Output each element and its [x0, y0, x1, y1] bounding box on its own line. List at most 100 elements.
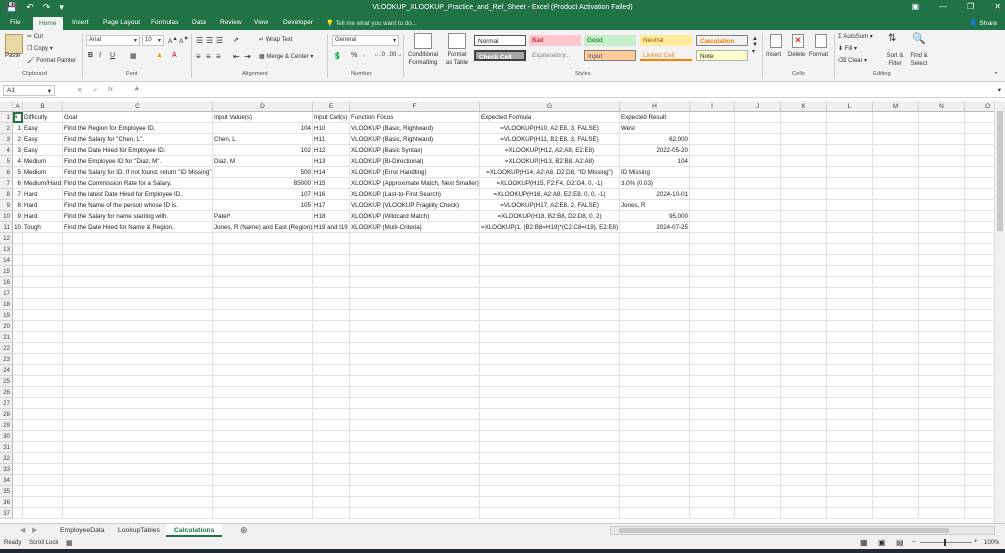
cell-f32[interactable] [350, 453, 480, 464]
cell-i34[interactable] [690, 475, 735, 486]
cell-n2[interactable] [919, 123, 965, 134]
cell-m11[interactable] [873, 222, 919, 233]
cell-f35[interactable] [350, 486, 480, 497]
cell-m18[interactable] [873, 299, 919, 310]
cell-d23[interactable] [213, 354, 313, 365]
cell-g21[interactable] [480, 332, 620, 343]
cell-k28[interactable] [781, 409, 827, 420]
row-header[interactable]: 6 [0, 167, 13, 178]
cell-f5[interactable]: XLOOKUP (Bi-Directional) [350, 156, 480, 167]
cell-g33[interactable] [480, 464, 620, 475]
row-header[interactable]: 9 [0, 200, 13, 211]
cell-n27[interactable] [919, 398, 965, 409]
style-note[interactable]: Note [696, 50, 748, 61]
cell-j26[interactable] [735, 387, 781, 398]
cell-a19[interactable] [13, 310, 23, 321]
cell-h7[interactable]: 3.0% (0.03) [620, 178, 690, 189]
cell-e1[interactable]: Input Cell(s) [313, 112, 350, 123]
zoom-slider-thumb[interactable] [944, 539, 946, 546]
cell-d16[interactable] [213, 277, 313, 288]
cell-m27[interactable] [873, 398, 919, 409]
cell-i5[interactable] [690, 156, 735, 167]
column-header-m[interactable]: M [873, 101, 919, 112]
cell-c11[interactable]: Find the Date Hired for Name & Region. [63, 222, 213, 233]
cell-e20[interactable] [313, 321, 350, 332]
styles-scroll-icon[interactable]: ▲ ▼ ▾ [752, 36, 758, 55]
cell-k12[interactable] [781, 233, 827, 244]
cell-e14[interactable] [313, 255, 350, 266]
cell-h24[interactable] [620, 365, 690, 376]
cell-c19[interactable] [63, 310, 213, 321]
cell-g37[interactable] [480, 508, 620, 519]
cell-j3[interactable] [735, 134, 781, 145]
cell-l11[interactable] [827, 222, 873, 233]
cell-c25[interactable] [63, 376, 213, 387]
cell-f7[interactable]: XLOOKUP (Approximate Match, Next Smaller… [350, 178, 480, 189]
cell-k29[interactable] [781, 420, 827, 431]
row-header[interactable]: 25 [0, 376, 13, 387]
cell-h10[interactable]: 95,000 [620, 211, 690, 222]
minimize-icon[interactable]: — [939, 2, 947, 11]
cell-b24[interactable] [23, 365, 63, 376]
cell-e35[interactable] [313, 486, 350, 497]
cell-n14[interactable] [919, 255, 965, 266]
cell-j30[interactable] [735, 431, 781, 442]
top-align-icon[interactable]: ☰ [196, 36, 203, 45]
cell-a6[interactable]: 5 [13, 167, 23, 178]
cell-a15[interactable] [13, 266, 23, 277]
cell-g28[interactable] [480, 409, 620, 420]
cell-f2[interactable]: VLOOKUP (Basic, Rightward) [350, 123, 480, 134]
row-header[interactable]: 13 [0, 244, 13, 255]
cell-f12[interactable] [350, 233, 480, 244]
cell-m22[interactable] [873, 343, 919, 354]
cell-h34[interactable] [620, 475, 690, 486]
share-button[interactable]: 👤 Share [969, 19, 997, 27]
tell-me-search[interactable]: 💡 Tell me what you want to do... [326, 19, 417, 27]
row-header[interactable]: 19 [0, 310, 13, 321]
cell-d33[interactable] [213, 464, 313, 475]
style-linked-cell[interactable]: Linked Cell [640, 50, 692, 61]
cell-k11[interactable] [781, 222, 827, 233]
cell-n3[interactable] [919, 134, 965, 145]
cell-i37[interactable] [690, 508, 735, 519]
cell-g22[interactable] [480, 343, 620, 354]
cell-i16[interactable] [690, 277, 735, 288]
cell-c24[interactable] [63, 365, 213, 376]
cell-k34[interactable] [781, 475, 827, 486]
cell-k1[interactable] [781, 112, 827, 123]
find-select-icon[interactable]: 🔍 [912, 32, 926, 45]
cell-i18[interactable] [690, 299, 735, 310]
cell-j21[interactable] [735, 332, 781, 343]
cell-d20[interactable] [213, 321, 313, 332]
cell-c3[interactable]: Find the Salary for "Chen, L". [63, 134, 213, 145]
add-sheet-icon[interactable]: ⊕ [232, 524, 256, 537]
cell-j12[interactable] [735, 233, 781, 244]
cell-e2[interactable]: H10 [313, 123, 350, 134]
cell-d5[interactable]: Diaz, M [213, 156, 313, 167]
cell-k32[interactable] [781, 453, 827, 464]
cell-a16[interactable] [13, 277, 23, 288]
cell-l13[interactable] [827, 244, 873, 255]
cell-a23[interactable] [13, 354, 23, 365]
cell-k25[interactable] [781, 376, 827, 387]
cell-e34[interactable] [313, 475, 350, 486]
cell-j8[interactable] [735, 189, 781, 200]
cell-b11[interactable]: Tough [23, 222, 63, 233]
cell-h9[interactable]: Jones, R [620, 200, 690, 211]
cell-h4[interactable]: 2022-05-20 [620, 145, 690, 156]
cell-m10[interactable] [873, 211, 919, 222]
cell-e33[interactable] [313, 464, 350, 475]
insert-cells-button[interactable]: Insert [766, 52, 781, 58]
row-header[interactable]: 12 [0, 233, 13, 244]
cell-g27[interactable] [480, 398, 620, 409]
cell-b26[interactable] [23, 387, 63, 398]
cell-l18[interactable] [827, 299, 873, 310]
cell-n24[interactable] [919, 365, 965, 376]
cell-l33[interactable] [827, 464, 873, 475]
cell-a9[interactable]: 8 [13, 200, 23, 211]
cell-i23[interactable] [690, 354, 735, 365]
cell-l9[interactable] [827, 200, 873, 211]
cell-e28[interactable] [313, 409, 350, 420]
cell-a33[interactable] [13, 464, 23, 475]
cell-h28[interactable] [620, 409, 690, 420]
